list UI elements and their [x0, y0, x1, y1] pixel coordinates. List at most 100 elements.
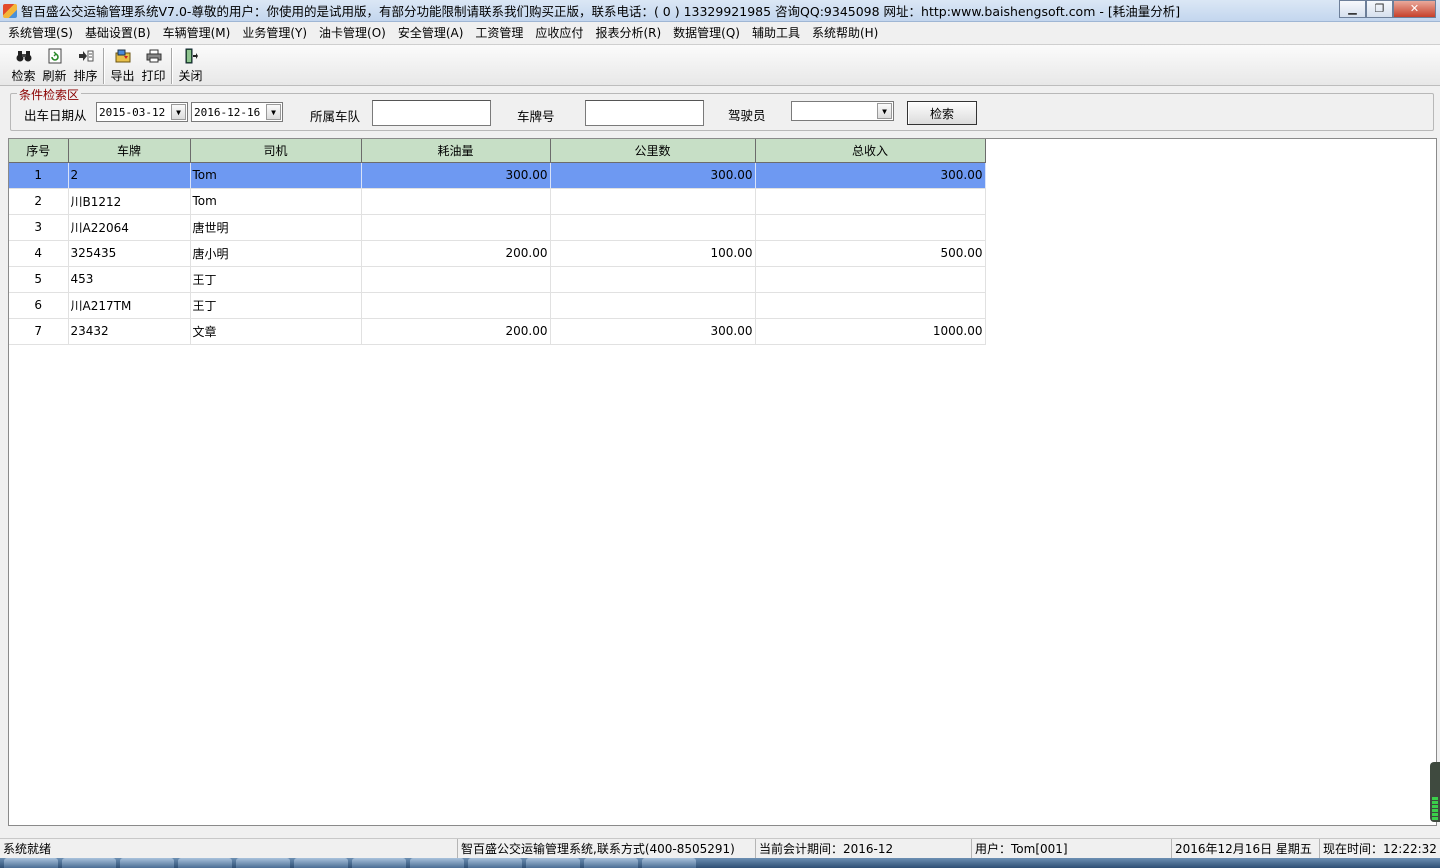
- search-button[interactable]: 检索: [907, 101, 977, 125]
- taskbar-app-tile[interactable]: [294, 858, 348, 868]
- minimize-button[interactable]: ▁: [1339, 0, 1366, 18]
- menu-vehicle[interactable]: 车辆管理(M): [157, 24, 237, 41]
- close-tool-button[interactable]: 关闭: [175, 48, 206, 84]
- cell-km: [550, 292, 756, 319]
- table-row[interactable]: 6 川A217TM 王丁: [9, 292, 986, 319]
- restore-button[interactable]: ❐: [1366, 0, 1393, 18]
- chevron-down-icon[interactable]: ▼: [266, 104, 281, 120]
- cell-index: 6: [9, 292, 69, 319]
- taskbar-app-tile[interactable]: [120, 858, 174, 868]
- table-row[interactable]: 4 325435 唐小明 200.00 100.00 500.00: [9, 240, 986, 267]
- menu-fuel-card[interactable]: 油卡管理(O): [313, 24, 392, 41]
- table-row[interactable]: 2 川B1212 Tom: [9, 188, 986, 215]
- cell-fuel: [361, 292, 551, 319]
- cell-plate: 325435: [68, 240, 191, 267]
- cell-income: 1000.00: [755, 318, 986, 345]
- chevron-down-icon[interactable]: ▼: [171, 104, 186, 120]
- app-logo-icon: [3, 3, 17, 18]
- menu-bar: 系统管理(S) 基础设置(B) 车辆管理(M) 业务管理(Y) 油卡管理(O) …: [0, 22, 1440, 42]
- search-criteria-legend: 条件检索区: [17, 86, 82, 103]
- column-header-fuel[interactable]: 耗油量: [361, 139, 551, 163]
- driver-label: 驾驶员: [728, 108, 766, 123]
- fuel-analysis-table: 序号 车牌 司机 耗油量 公里数 总收入 1 2 Tom 300.00 300.…: [9, 139, 986, 345]
- menu-business[interactable]: 业务管理(Y): [236, 24, 313, 41]
- export-tool-button[interactable]: 导出: [107, 48, 138, 84]
- column-header-driver[interactable]: 司机: [190, 139, 362, 163]
- taskbar-app-tile[interactable]: [236, 858, 290, 868]
- chevron-down-icon[interactable]: ▼: [877, 103, 892, 119]
- column-header-index[interactable]: 序号: [9, 139, 69, 163]
- cell-km: 300.00: [550, 162, 756, 189]
- taskbar-app-tile[interactable]: [178, 858, 232, 868]
- cell-income: [755, 188, 986, 215]
- cell-fuel: 300.00: [361, 162, 551, 189]
- status-bar: 系统就绪 智百盛公交运输管理系统,联系方式(400-8505291) 当前会计期…: [0, 838, 1440, 859]
- status-ready: 系统就绪: [0, 838, 458, 859]
- date-to-picker[interactable]: 2016-12-16 ▼: [191, 102, 283, 122]
- column-header-income[interactable]: 总收入: [755, 139, 986, 163]
- menu-receivables[interactable]: 应收应付: [529, 24, 589, 41]
- plate-input[interactable]: [585, 100, 704, 126]
- close-window-button[interactable]: ✕: [1393, 0, 1436, 18]
- cell-driver: 王丁: [190, 292, 362, 319]
- driver-select[interactable]: ▼: [791, 101, 894, 121]
- table-row[interactable]: 1 2 Tom 300.00 300.00 300.00: [9, 162, 986, 189]
- team-input[interactable]: [372, 100, 491, 126]
- column-header-plate[interactable]: 车牌: [68, 139, 191, 163]
- table-row[interactable]: 5 453 王丁: [9, 266, 986, 293]
- team-label: 所属车队: [310, 109, 361, 124]
- taskbar-app-tile[interactable]: [352, 858, 406, 868]
- sort-icon: [78, 48, 94, 64]
- taskbar-app-tile[interactable]: [4, 858, 58, 868]
- print-tool-button[interactable]: 打印: [138, 48, 169, 84]
- cell-income: 500.00: [755, 240, 986, 267]
- column-header-km[interactable]: 公里数: [550, 139, 756, 163]
- title-bar: 智百盛公交运输管理系统V7.0-尊敬的用户：你使用的是试用版，有部分功能限制请联…: [0, 0, 1440, 22]
- table-row[interactable]: 7 23432 文章 200.00 300.00 1000.00: [9, 318, 986, 345]
- sort-tool-button[interactable]: 排序: [70, 48, 101, 84]
- table-row[interactable]: 3 川A22064 唐世明: [9, 214, 986, 241]
- menu-basic-settings[interactable]: 基础设置(B): [79, 24, 157, 41]
- toolbar: 检索 刷新 排序 导出 打印 关闭: [0, 44, 1440, 86]
- status-user: 用户：Tom[001]: [972, 838, 1172, 859]
- taskbar-app-tile[interactable]: [62, 858, 116, 868]
- date-from-value: 2015-03-12: [99, 105, 166, 119]
- cell-plate: 川A22064: [68, 214, 191, 241]
- refresh-tool-button[interactable]: 刷新: [39, 48, 70, 84]
- cell-income: [755, 214, 986, 241]
- menu-data[interactable]: 数据管理(Q): [667, 24, 746, 41]
- status-company: 智百盛公交运输管理系统,联系方式(400-8505291): [458, 838, 756, 859]
- table-header-row: 序号 车牌 司机 耗油量 公里数 总收入: [9, 139, 986, 163]
- taskbar-app-tile[interactable]: [410, 858, 464, 868]
- export-icon: [115, 48, 131, 64]
- os-taskbar: [0, 858, 1440, 868]
- cell-fuel: [361, 214, 551, 241]
- cell-driver: 文章: [190, 318, 362, 345]
- cell-driver: 唐小明: [190, 240, 362, 267]
- cell-km: 300.00: [550, 318, 756, 345]
- menu-payroll[interactable]: 工资管理: [469, 24, 529, 41]
- menu-system[interactable]: 系统管理(S): [2, 24, 79, 41]
- cell-driver: 唐世明: [190, 214, 362, 241]
- cell-driver: 王丁: [190, 266, 362, 293]
- status-time: 现在时间：12:22:32: [1323, 842, 1437, 856]
- menu-tools[interactable]: 辅助工具: [746, 24, 806, 41]
- cell-km: [550, 266, 756, 293]
- window-title: 智百盛公交运输管理系统V7.0-尊敬的用户：你使用的是试用版，有部分功能限制请联…: [21, 4, 1181, 19]
- cell-km: [550, 214, 756, 241]
- taskbar-app-tile[interactable]: [526, 858, 580, 868]
- menu-reports[interactable]: 报表分析(R): [589, 24, 667, 41]
- taskbar-app-tile[interactable]: [468, 858, 522, 868]
- cell-fuel: [361, 188, 551, 215]
- date-from-picker[interactable]: 2015-03-12 ▼: [96, 102, 188, 122]
- meter-bar: [1432, 809, 1438, 812]
- menu-help[interactable]: 系统帮助(H): [806, 24, 884, 41]
- taskbar-app-tile[interactable]: [642, 858, 696, 868]
- network-meter-widget: [1430, 762, 1440, 822]
- cell-income: [755, 266, 986, 293]
- menu-safety[interactable]: 安全管理(A): [392, 24, 470, 41]
- search-tool-button[interactable]: 检索: [8, 48, 39, 84]
- printer-icon: [146, 48, 162, 64]
- taskbar-app-tile[interactable]: [584, 858, 638, 868]
- date-to-value: 2016-12-16: [194, 105, 261, 119]
